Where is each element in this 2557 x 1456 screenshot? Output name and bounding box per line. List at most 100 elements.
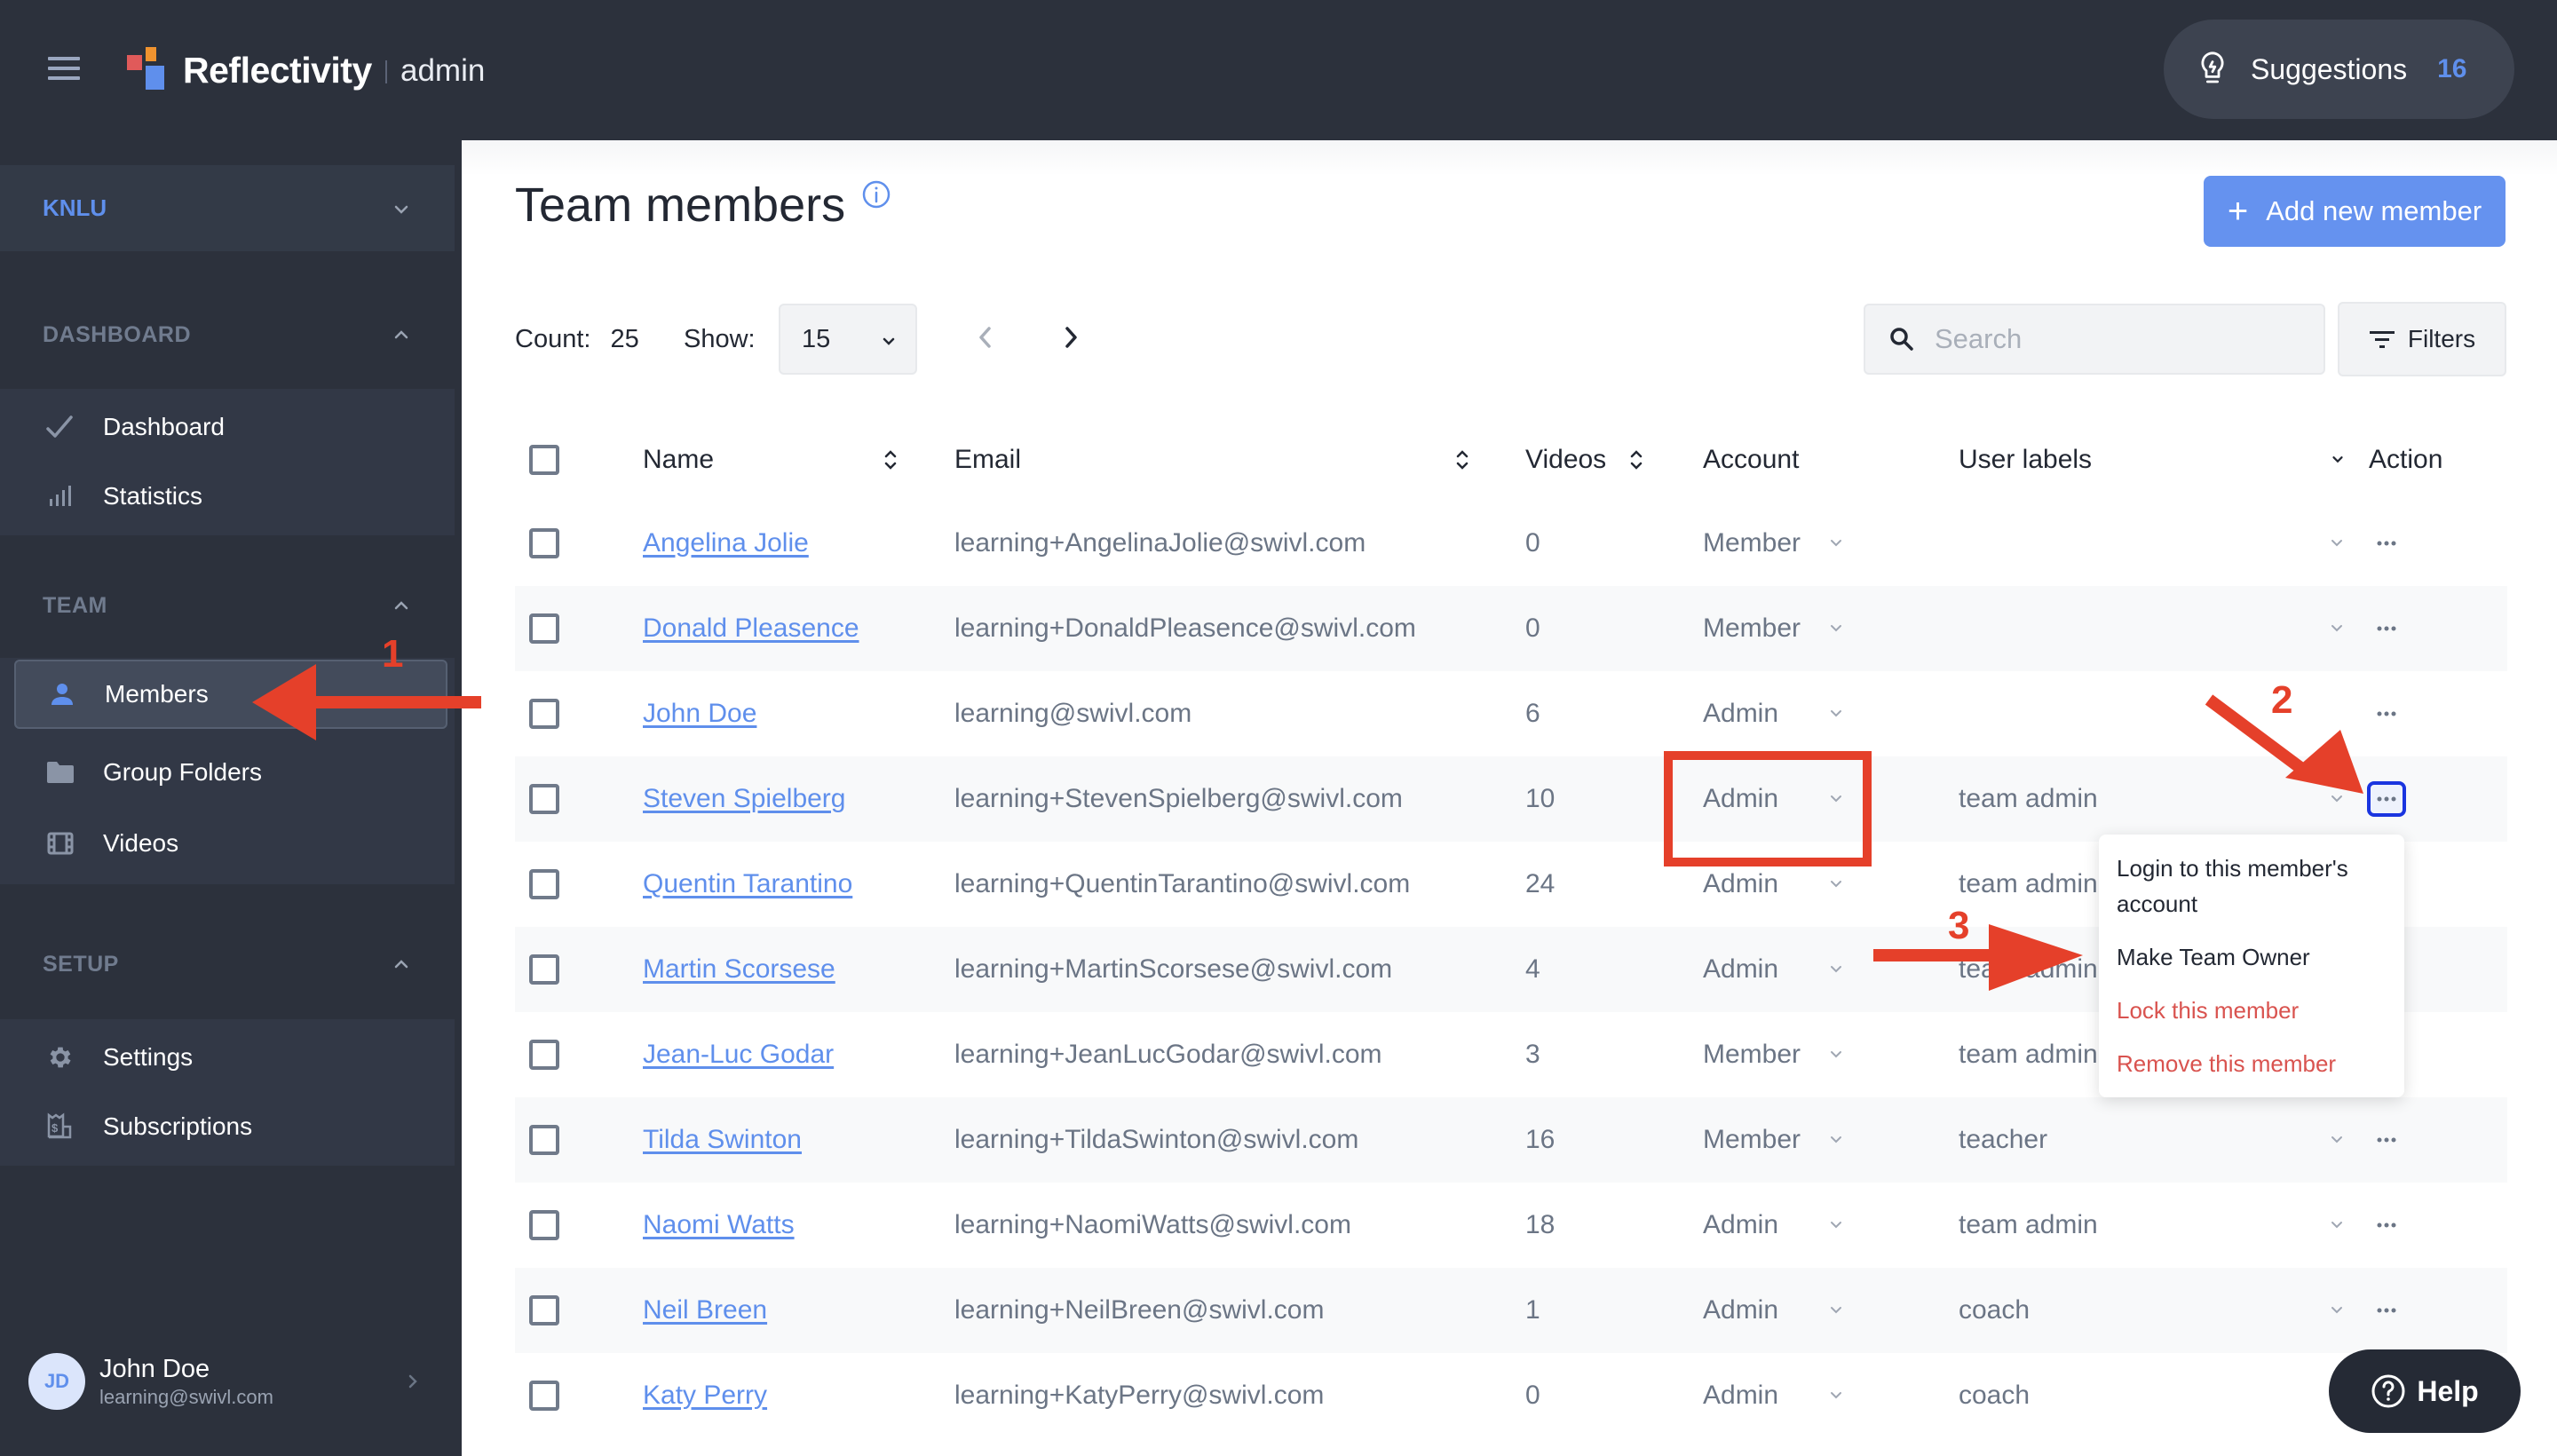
menu-item-login-as-member[interactable]: Login to this member's account	[2117, 851, 2383, 922]
table-row: Katy Perry learning+KatyPerry@swivl.com …	[515, 1353, 2507, 1438]
member-video-count: 6	[1525, 699, 1540, 728]
row-checkbox[interactable]	[529, 869, 559, 899]
menu-item-lock-member[interactable]: Lock this member	[2117, 993, 2404, 1028]
page-size-select[interactable]: 15	[779, 304, 917, 375]
suggestions-button[interactable]: Suggestions 16	[2164, 20, 2514, 119]
column-header-user-labels[interactable]: User labels	[1959, 445, 2092, 475]
member-name-link[interactable]: Quentin Tarantino	[643, 869, 852, 899]
account-type-select[interactable]: Admin	[1703, 927, 1778, 1012]
team-switcher[interactable]: KNLU	[0, 165, 455, 251]
user-label-value: team admin	[1959, 784, 2098, 813]
account-type-select[interactable]: Admin	[1703, 671, 1778, 756]
member-video-count: 1	[1525, 1295, 1540, 1325]
sidebar-item-subscriptions[interactable]: $ Subscriptions	[14, 1092, 447, 1161]
member-name-link[interactable]: Tilda Swinton	[643, 1125, 802, 1155]
sort-icon[interactable]	[1628, 448, 1644, 471]
sidebar-item-group-folders[interactable]: Group Folders	[14, 738, 447, 807]
sidebar-item-videos[interactable]: Videos	[14, 809, 447, 878]
chevron-down-icon[interactable]	[1829, 1012, 1843, 1097]
add-new-member-button[interactable]: + Add new member	[2204, 176, 2506, 247]
account-type-select[interactable]: Member	[1703, 586, 1801, 671]
column-header-name[interactable]: Name	[643, 445, 714, 475]
chevron-down-icon[interactable]	[2330, 756, 2344, 842]
more-actions-button[interactable]	[2367, 526, 2406, 561]
filters-button[interactable]: Filters	[2338, 302, 2506, 376]
account-type-select[interactable]: Member	[1703, 1012, 1801, 1097]
chevron-down-icon[interactable]	[2330, 1097, 2344, 1183]
sidebar-section-setup[interactable]: SETUP	[0, 916, 455, 1012]
member-name-link[interactable]: Angelina Jolie	[643, 528, 809, 558]
member-email: learning+DonaldPleasence@swivl.com	[954, 613, 1416, 643]
more-actions-button[interactable]	[2367, 696, 2406, 732]
row-checkbox[interactable]	[529, 1040, 559, 1070]
main-content: Team members + Add new member Count: 25 …	[462, 140, 2557, 1456]
more-actions-button[interactable]	[2367, 1122, 2406, 1158]
hamburger-menu-icon[interactable]	[48, 57, 80, 80]
chevron-down-icon[interactable]	[2330, 1268, 2344, 1353]
row-checkbox[interactable]	[529, 1381, 559, 1411]
row-checkbox[interactable]	[529, 699, 559, 729]
menu-item-remove-member[interactable]: Remove this member	[2117, 1046, 2404, 1081]
row-checkbox[interactable]	[529, 528, 559, 558]
chevron-down-icon[interactable]	[1829, 671, 1843, 756]
row-checkbox[interactable]	[529, 1125, 559, 1155]
account-type-select[interactable]: Member	[1703, 501, 1801, 586]
sidebar-item-statistics[interactable]: Statistics	[14, 462, 447, 531]
chevron-down-icon[interactable]	[1829, 1353, 1843, 1438]
help-button[interactable]: Help	[2329, 1349, 2521, 1433]
previous-page-icon[interactable]	[968, 318, 1003, 357]
more-actions-button[interactable]	[2367, 1207, 2406, 1243]
more-actions-button[interactable]	[2367, 781, 2406, 817]
chevron-down-icon[interactable]	[2330, 1183, 2344, 1268]
account-type-value: Admin	[1703, 699, 1779, 728]
sort-icon[interactable]	[1454, 448, 1470, 471]
row-checkbox[interactable]	[529, 1295, 559, 1325]
chevron-down-icon[interactable]	[1829, 1268, 1843, 1353]
member-name-link[interactable]: Martin Scorsese	[643, 954, 835, 985]
member-name-link[interactable]: Steven Spielberg	[643, 784, 846, 814]
member-name-link[interactable]: Jean-Luc Godar	[643, 1040, 834, 1070]
select-all-checkbox[interactable]	[529, 445, 559, 475]
member-name-link[interactable]: John Doe	[643, 699, 756, 729]
row-checkbox[interactable]	[529, 784, 559, 814]
account-type-select[interactable]: Admin	[1703, 1268, 1778, 1353]
member-name-link[interactable]: Katy Perry	[643, 1381, 767, 1411]
sidebar-item-dashboard[interactable]: Dashboard	[14, 392, 447, 462]
show-label: Show:	[684, 325, 756, 353]
member-name-link[interactable]: Neil Breen	[643, 1295, 767, 1325]
account-type-select[interactable]: Member	[1703, 1097, 1801, 1183]
chevron-down-icon[interactable]	[1829, 501, 1843, 586]
more-actions-button[interactable]	[2367, 611, 2406, 646]
search-input[interactable]	[1935, 323, 2308, 355]
chevron-down-icon[interactable]	[1829, 1183, 1843, 1268]
sidebar-section-dashboard[interactable]: DASHBOARD	[0, 287, 455, 383]
more-actions-button[interactable]	[2367, 1293, 2406, 1328]
sidebar-item-settings[interactable]: Settings	[14, 1023, 447, 1092]
row-checkbox[interactable]	[529, 954, 559, 985]
info-icon[interactable]	[861, 179, 891, 210]
account-type-select[interactable]: Admin	[1703, 1353, 1778, 1438]
member-name-link[interactable]: Naomi Watts	[643, 1210, 795, 1240]
user-profile[interactable]: JD John Doe learning@swivl.com	[0, 1328, 455, 1435]
account-type-select[interactable]: Admin	[1703, 1183, 1778, 1268]
chevron-down-icon[interactable]	[1829, 1097, 1843, 1183]
chevron-down-icon[interactable]	[1829, 586, 1843, 671]
sort-icon[interactable]	[883, 448, 899, 471]
chevron-down-icon[interactable]	[2330, 451, 2346, 467]
column-header-videos[interactable]: Videos	[1525, 445, 1606, 475]
row-checkbox[interactable]	[529, 613, 559, 644]
member-name-link[interactable]: Donald Pleasence	[643, 613, 859, 644]
chevron-down-icon[interactable]	[2330, 586, 2344, 671]
search-field[interactable]	[1864, 304, 2325, 375]
row-checkbox[interactable]	[529, 1210, 559, 1240]
column-header-email[interactable]: Email	[954, 445, 1021, 475]
chevron-down-icon[interactable]	[1829, 927, 1843, 1012]
menu-item-make-team-owner[interactable]: Make Team Owner	[2117, 939, 2404, 975]
chevron-down-icon[interactable]	[2330, 501, 2344, 586]
top-bar: Reflectivity admin Suggestions 16	[0, 0, 2557, 140]
lightbulb-icon	[2201, 51, 2224, 83]
user-label-value: teacher	[1959, 1125, 2048, 1154]
next-page-icon[interactable]	[1053, 318, 1089, 357]
member-email: learning+KatyPerry@swivl.com	[954, 1381, 1325, 1410]
chevron-up-icon	[394, 960, 408, 969]
